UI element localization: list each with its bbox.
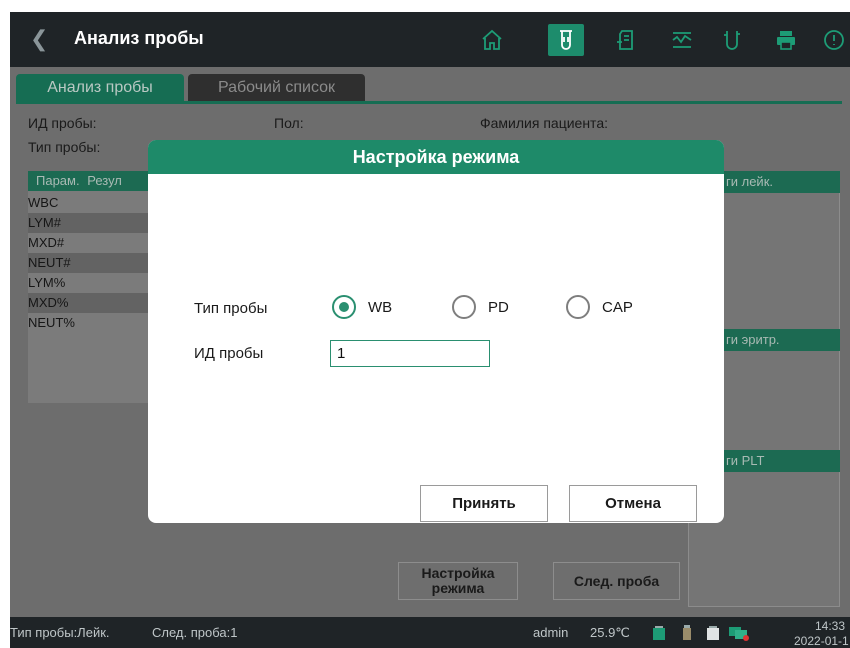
radio-checked-icon[interactable] <box>332 295 356 319</box>
radio-unchecked-icon[interactable] <box>452 295 476 319</box>
patient-name-label: Фамилия пациента: <box>480 115 608 131</box>
accept-button[interactable]: Принять <box>420 485 548 522</box>
table-row[interactable]: MXD# <box>28 233 148 253</box>
status-time: 14:33 <box>815 619 846 633</box>
radio-cap[interactable]: CAP <box>566 295 633 319</box>
dialog-title: Настройка режима <box>148 140 724 174</box>
result-column-header: Резул <box>87 173 122 188</box>
tab-analysis[interactable]: Анализ пробы <box>16 74 184 101</box>
radio-unchecked-icon[interactable] <box>566 295 590 319</box>
results-table-header: Парам. Резул <box>28 171 158 191</box>
top-bar: ❮ Анализ пробы <box>10 12 850 67</box>
wbc-histogram-header: ги лейк. <box>722 171 840 193</box>
status-next-sample: След. проба:1 <box>152 625 238 640</box>
qc-chart-icon[interactable] <box>664 24 700 56</box>
status-user: admin <box>533 625 569 640</box>
mode-setting-button[interactable]: Настройка режима <box>398 562 518 600</box>
param-column-header: Парам. <box>36 173 80 188</box>
test-tube-icon[interactable] <box>548 24 584 56</box>
sample-type-field-label: Тип пробы <box>194 300 268 317</box>
gender-label: Пол: <box>274 115 304 131</box>
table-row[interactable]: LYM# <box>28 213 148 233</box>
chevron-left-icon[interactable]: ❮ <box>30 27 48 52</box>
mode-setting-dialog: Настройка режима Тип пробы WB PD CAP ИД … <box>148 140 724 523</box>
radio-cap-label: CAP <box>602 298 633 316</box>
tab-divider <box>16 101 842 104</box>
table-row[interactable]: WBC <box>28 193 148 213</box>
alert-icon[interactable] <box>816 24 850 56</box>
network-disconnected-icon <box>728 625 750 641</box>
document-icon[interactable] <box>608 24 644 56</box>
waste-status-icon <box>706 625 720 641</box>
reagent-status-icon <box>652 625 666 641</box>
sample-id-label: ИД пробы: <box>28 115 97 131</box>
status-temperature: 25.9℃ <box>590 625 630 640</box>
status-sample-type: Тип пробы:Лейк. <box>10 625 110 640</box>
next-sample-button[interactable]: След. проба <box>553 562 680 600</box>
reagent-icon[interactable] <box>714 24 750 56</box>
table-row[interactable]: NEUT% <box>28 313 148 333</box>
table-row[interactable]: LYM% <box>28 273 148 293</box>
rbc-histogram-header: ги эритр. <box>722 329 840 351</box>
tab-worklist[interactable]: Рабочий список <box>188 74 365 101</box>
printer-icon[interactable] <box>768 24 804 56</box>
table-row[interactable]: MXD% <box>28 293 148 313</box>
table-row[interactable]: NEUT# <box>28 253 148 273</box>
reagent-level-icon <box>680 625 694 641</box>
plt-histogram-header: ги PLT <box>722 450 840 472</box>
sample-type-label: Тип пробы: <box>28 139 101 155</box>
home-icon[interactable] <box>474 24 510 56</box>
status-bar: Тип пробы:Лейк. След. проба:1 admin 25.9… <box>10 617 850 648</box>
radio-pd[interactable]: PD <box>452 295 509 319</box>
sample-id-field-label: ИД пробы <box>194 345 264 362</box>
radio-wb[interactable]: WB <box>332 295 392 319</box>
status-date: 2022-01-1 <box>794 634 849 648</box>
radio-pd-label: PD <box>488 298 509 316</box>
device-screen: ❮ Анализ пробы Анализ пробы Рабочий спис… <box>10 12 850 648</box>
radio-wb-label: WB <box>368 298 393 316</box>
sample-id-input[interactable] <box>330 340 490 367</box>
cancel-button[interactable]: Отмена <box>569 485 697 522</box>
page-title: Анализ пробы <box>74 28 204 48</box>
